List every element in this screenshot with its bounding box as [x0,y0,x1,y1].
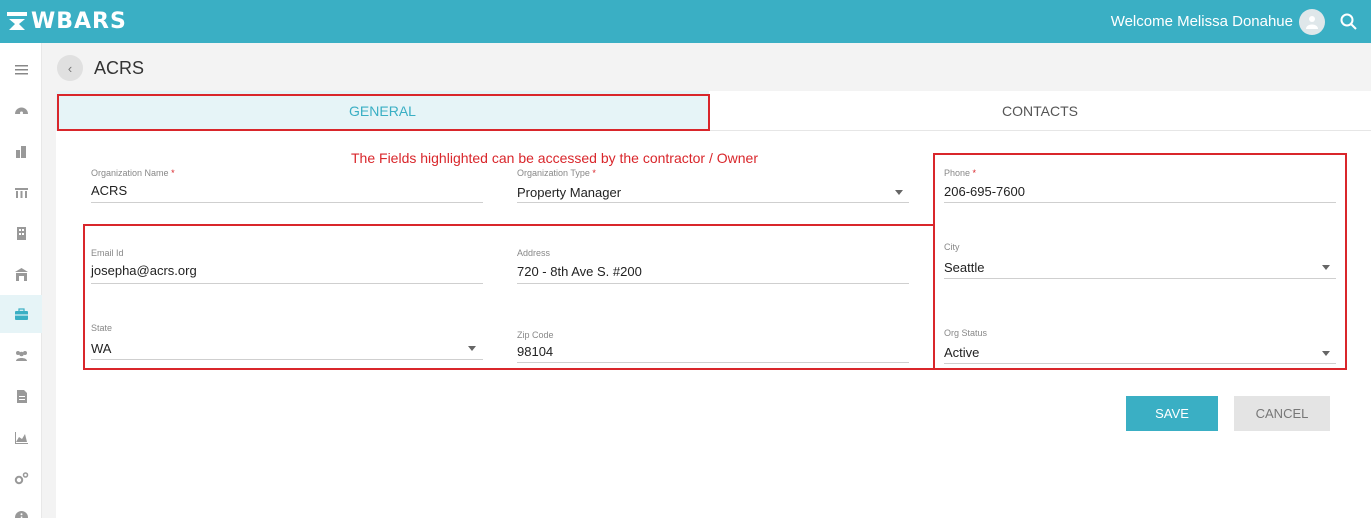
field-label: Address [517,248,551,258]
address-input[interactable]: 720 - 8th Ave S. #200 [517,264,642,279]
field-label: City [944,242,960,252]
org-status-field[interactable]: Org Status Active [944,328,1336,365]
welcome-text: Welcome Melissa Donahue [1110,13,1293,30]
chevron-down-icon[interactable] [895,190,903,195]
cancel-button[interactable]: CANCEL [1234,396,1330,431]
required-mark: * [972,168,977,178]
chevron-down-icon[interactable] [468,346,476,351]
zip-code-input[interactable]: 98104 [517,344,553,359]
field-label: Org Status [944,328,988,338]
field-underline [944,278,1336,279]
zip-code-field[interactable]: Zip Code 98104 [517,330,909,363]
tab-contacts[interactable]: CONTACTS [709,91,1371,131]
brand-name: WBARS [31,8,127,34]
field-underline [91,202,483,203]
area-chart-icon[interactable] [0,418,42,456]
back-button[interactable]: ‹ [57,55,83,81]
city-field[interactable]: City Seattle [944,242,1336,280]
annotation-text: The Fields highlighted can be accessed b… [351,150,758,166]
phone-input[interactable]: 206-695-7600 [944,184,1025,199]
buildings-icon[interactable] [0,132,42,170]
field-underline [517,202,909,203]
organization-type-field[interactable]: Organization Type * Property Manager [517,168,909,204]
tab-general[interactable]: GENERAL [56,91,709,131]
warehouse-icon[interactable] [0,255,42,293]
field-underline [517,283,909,284]
organization-name-input[interactable]: ACRS [91,183,127,198]
required-mark: * [592,168,596,178]
users-icon[interactable] [0,336,42,374]
field-underline [91,283,483,284]
document-icon[interactable] [0,377,42,415]
breadcrumb: ‹ ACRS [42,43,1371,91]
save-button[interactable]: SAVE [1126,396,1218,431]
organization-name-field[interactable]: Organization Name * ACRS [91,168,483,204]
state-field[interactable]: State WA [91,323,483,361]
chevron-down-icon[interactable] [1322,351,1330,356]
field-label: State [91,323,113,333]
menu-icon[interactable] [0,50,42,88]
app-logo[interactable]: WBARS [6,7,127,35]
field-label: Phone [944,168,971,178]
columns-icon[interactable] [0,173,42,211]
field-label: Zip Code [517,330,554,340]
briefcase-icon[interactable] [0,295,42,333]
org-status-select[interactable]: Active [944,345,979,360]
field-underline [944,363,1336,364]
dashboard-icon[interactable] [0,91,42,129]
field-underline [517,362,909,363]
search-icon[interactable] [1339,12,1359,32]
info-icon[interactable] [0,498,42,518]
address-field[interactable]: Address 720 - 8th Ave S. #200 [517,248,909,285]
settings-icon[interactable] [0,459,42,497]
user-avatar-icon[interactable] [1299,9,1325,35]
chevron-left-icon: ‹ [67,60,73,76]
chevron-down-icon[interactable] [1322,265,1330,270]
field-label: Organization Type [517,168,590,178]
required-mark: * [171,168,175,178]
building-icon[interactable] [0,214,42,252]
phone-field[interactable]: Phone * 206-695-7600 [944,168,1336,204]
field-label: Email Id [91,248,124,258]
logo-mark-icon [7,12,27,30]
email-field[interactable]: Email Id josepha@acrs.org [91,248,483,285]
city-select[interactable]: Seattle [944,260,984,275]
state-select[interactable]: WA [91,341,111,356]
field-label: Organization Name [91,168,169,178]
email-input[interactable]: josepha@acrs.org [91,263,197,278]
page-title: ACRS [94,58,145,78]
tab-bar: GENERAL CONTACTS [56,91,1371,131]
top-bar: WBARS Welcome Melissa Donahue [0,0,1371,43]
organization-type-select[interactable]: Property Manager [517,185,621,200]
field-underline [944,202,1336,203]
sidebar [0,43,42,518]
field-underline [91,359,483,360]
